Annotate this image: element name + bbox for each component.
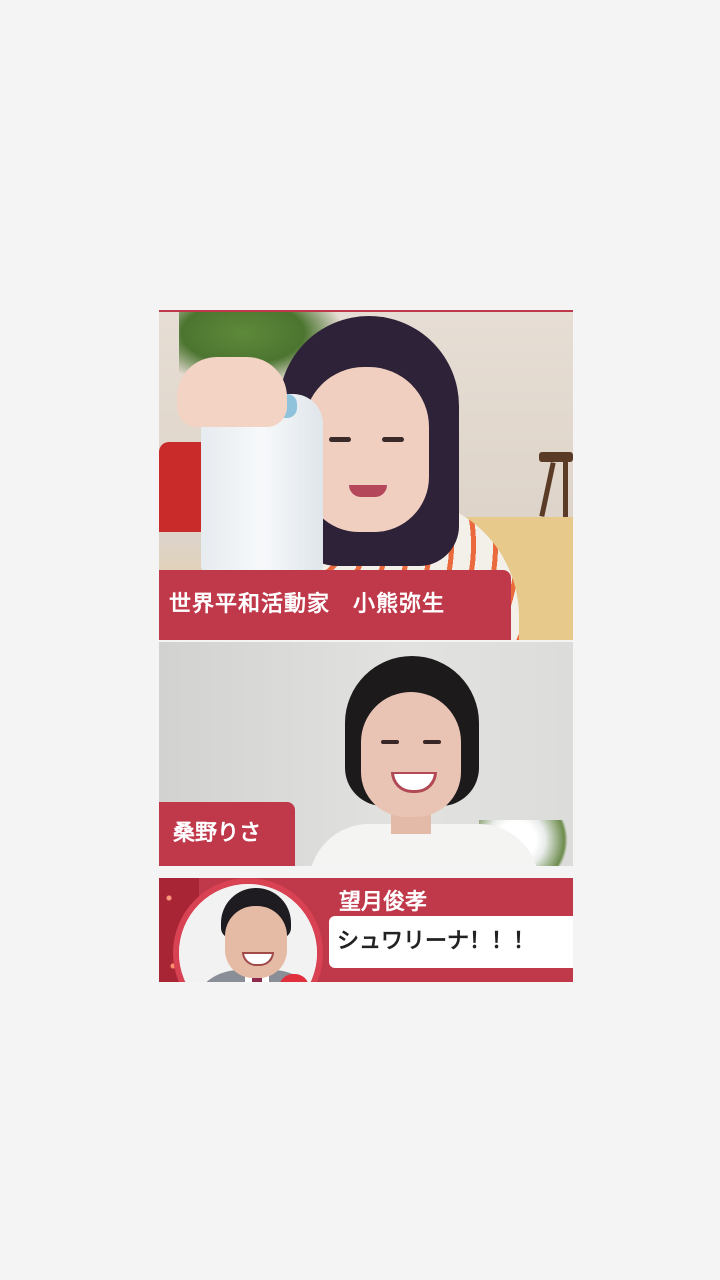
video-tile-middle[interactable]: 桑野りさ [159, 642, 573, 866]
speaker-face [361, 692, 461, 817]
video-tile-top[interactable]: 世界平和活動家 小熊弥生 [159, 310, 573, 640]
comment-banner: 望月俊孝 シュワリーナ！！！ [159, 878, 573, 982]
comment-message: シュワリーナ！！！ [329, 916, 573, 968]
avatar [173, 878, 323, 982]
comment-author: 望月俊孝 [339, 890, 428, 915]
speaker-hand [177, 357, 287, 427]
video-call-frame: 世界平和活動家 小熊弥生 桑野りさ 望月俊孝 シュワリーナ！！！ [159, 310, 573, 982]
screen: 世界平和活動家 小熊弥生 桑野りさ 望月俊孝 シュワリーナ！！！ [0, 0, 720, 1280]
name-tag-middle: 桑野りさ [159, 802, 295, 866]
name-tag-top: 世界平和活動家 小熊弥生 [159, 570, 511, 640]
background-table [539, 452, 573, 522]
